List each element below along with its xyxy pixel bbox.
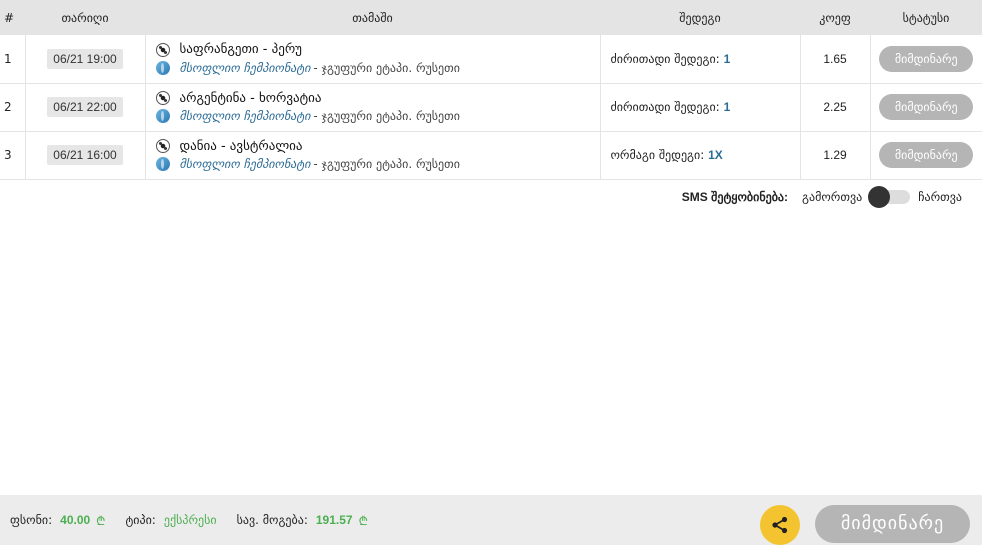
result-value: 1 xyxy=(723,51,731,66)
globe-icon xyxy=(155,109,170,123)
header-status: სტატუსი xyxy=(870,0,982,35)
table-header-row: # თარიღი თამაში შედეგი კოეფ სტატუსი xyxy=(0,0,982,35)
possible-win-item: სავ. მოგება: 191.57 ₾ xyxy=(237,512,368,529)
row-num: 1 xyxy=(0,35,26,84)
row-num: 2 xyxy=(0,83,26,132)
soccer-ball-icon xyxy=(155,91,170,105)
stake-value: 40.00 xyxy=(60,513,91,527)
globe-icon xyxy=(155,157,170,171)
bet-summary-footer: ფსონი: 40.00 ₾ ტიპი: ექსპრესი სავ. მოგებ… xyxy=(0,495,982,545)
date-badge: 06/21 16:00 xyxy=(47,145,123,165)
stage-label: - ჯგუფური ეტაპი. რუსეთი xyxy=(313,109,460,123)
toggle-knob[interactable] xyxy=(868,186,891,208)
header-coef: კოეფ xyxy=(800,0,870,35)
header-num: # xyxy=(0,0,25,35)
date-badge: 06/21 22:00 xyxy=(47,97,123,117)
coef-value: 1.29 xyxy=(800,131,871,180)
result-label: ორმაგი შედეგი: xyxy=(610,148,705,162)
possible-win-label: სავ. მოგება: xyxy=(236,513,308,527)
sms-off-label[interactable]: გამორთვა xyxy=(802,190,862,204)
sms-on-label[interactable]: ჩართვა xyxy=(918,190,962,204)
header-result: შედეგი xyxy=(600,0,800,35)
league-link[interactable]: მსოფლიო ჩემპიონატი xyxy=(180,61,311,75)
type-item: ტიპი: ექსპრესი xyxy=(125,513,216,527)
soccer-ball-icon xyxy=(155,139,170,153)
table-row: 3 06/21 16:00 დანია - ავსტრალია მსოფლიო … xyxy=(0,131,982,180)
type-value: ექსპრესი xyxy=(163,513,217,527)
stake-label: ფსონი: xyxy=(10,513,53,527)
row-num: 3 xyxy=(0,131,26,180)
share-button[interactable] xyxy=(760,505,800,545)
coef-value: 1.65 xyxy=(800,35,871,84)
teams-label: საფრანგეთი - პერუ xyxy=(179,42,302,58)
result-label: ძირითადი შედეგი: xyxy=(610,100,720,114)
sms-toggle[interactable] xyxy=(868,186,911,208)
status-badge: მიმდინარე xyxy=(879,45,974,72)
league-link[interactable]: მსოფლიო ჩემპიონატი xyxy=(180,157,311,171)
date-badge: 06/21 19:00 xyxy=(47,48,123,69)
teams-label: დანია - ავსტრალია xyxy=(179,138,303,154)
table-row: 2 06/21 22:00 არგენტინა - ხორვატია მსოფლ… xyxy=(0,83,982,132)
bets-table: # თარიღი თამაში შედეგი კოეფ სტატუსი 1 06… xyxy=(0,0,982,180)
table-row: 1 06/21 19:00 საფრანგეთი - პერუ მსოფლიო … xyxy=(0,35,982,84)
header-game: თამაში xyxy=(145,0,600,35)
type-label: ტიპი: xyxy=(125,513,156,527)
sms-label: SMS შეტყობინება: xyxy=(681,190,789,204)
bet-status-button[interactable]: მიმდინარე xyxy=(815,505,970,543)
stake-item: ფსონი: 40.00 ₾ xyxy=(10,512,105,529)
stage-label: - ჯგუფური ეტაპი. რუსეთი xyxy=(313,157,460,171)
teams-label: არგენტინა - ხორვატია xyxy=(179,90,322,106)
share-icon xyxy=(772,516,788,534)
result-value: 1 xyxy=(723,100,731,114)
coef-value: 2.25 xyxy=(800,83,871,132)
result-value: 1X xyxy=(708,148,723,162)
result-label: ძირითადი შედეგი: xyxy=(610,51,720,66)
status-badge: მიმდინარე xyxy=(879,142,974,168)
soccer-ball-icon xyxy=(155,42,170,57)
lari-icon: ₾ xyxy=(96,513,106,528)
header-date: თარიღი xyxy=(25,0,145,35)
globe-icon xyxy=(155,60,170,75)
lari-icon: ₾ xyxy=(358,513,368,528)
sms-notification-row: SMS შეტყობინება: გამორთვა ჩართვა xyxy=(681,186,962,208)
status-badge: მიმდინარე xyxy=(879,94,974,120)
possible-win-value: 191.57 xyxy=(315,513,353,527)
league-link[interactable]: მსოფლიო ჩემპიონატი xyxy=(180,109,311,123)
stage-label: - ჯგუფური ეტაპი. რუსეთი xyxy=(313,60,460,75)
